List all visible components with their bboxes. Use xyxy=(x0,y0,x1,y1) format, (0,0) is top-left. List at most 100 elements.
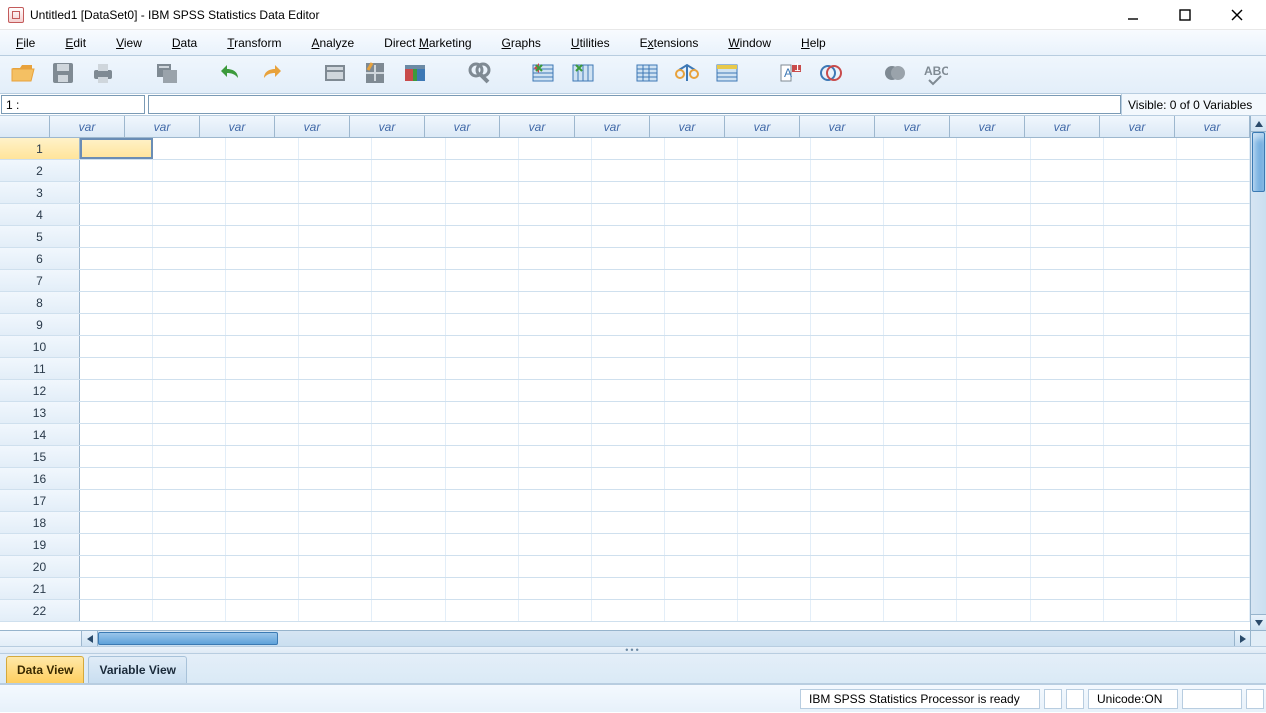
row-header[interactable]: 13 xyxy=(0,402,80,423)
data-cell[interactable] xyxy=(592,556,665,577)
data-cell[interactable] xyxy=(665,314,738,335)
data-cell[interactable] xyxy=(665,468,738,489)
data-cell[interactable] xyxy=(592,336,665,357)
data-cell[interactable] xyxy=(80,490,153,511)
data-cell[interactable] xyxy=(226,380,299,401)
data-cell[interactable] xyxy=(80,578,153,599)
data-cell[interactable] xyxy=(1104,446,1177,467)
data-cell[interactable] xyxy=(1031,204,1104,225)
row-header[interactable]: 2 xyxy=(0,160,80,181)
data-cell[interactable] xyxy=(80,446,153,467)
row-header[interactable]: 7 xyxy=(0,270,80,291)
data-cell[interactable] xyxy=(884,138,957,159)
data-cell[interactable] xyxy=(592,270,665,291)
scroll-up-button[interactable] xyxy=(1251,116,1266,132)
data-cell[interactable] xyxy=(1177,424,1250,445)
data-cell[interactable] xyxy=(226,138,299,159)
data-cell[interactable] xyxy=(446,446,519,467)
data-cell[interactable] xyxy=(1177,468,1250,489)
data-cell[interactable] xyxy=(446,336,519,357)
data-cell[interactable] xyxy=(811,490,884,511)
row-header[interactable]: 20 xyxy=(0,556,80,577)
data-cell[interactable] xyxy=(738,248,811,269)
data-cell[interactable] xyxy=(153,314,226,335)
data-cell[interactable] xyxy=(665,358,738,379)
data-cell[interactable] xyxy=(1031,578,1104,599)
data-cell[interactable] xyxy=(153,424,226,445)
data-cell[interactable] xyxy=(665,248,738,269)
data-cell[interactable] xyxy=(372,424,445,445)
data-cell[interactable] xyxy=(372,512,445,533)
data-cell[interactable] xyxy=(1104,314,1177,335)
data-cell[interactable] xyxy=(1177,446,1250,467)
data-cell[interactable] xyxy=(299,556,372,577)
data-cell[interactable] xyxy=(80,138,153,159)
value-labels-button[interactable]: A1 xyxy=(776,60,806,90)
data-cell[interactable] xyxy=(957,556,1030,577)
data-cell[interactable] xyxy=(1031,270,1104,291)
data-cell[interactable] xyxy=(1031,292,1104,313)
data-cell[interactable] xyxy=(372,556,445,577)
data-cell[interactable] xyxy=(519,270,592,291)
data-cell[interactable] xyxy=(1104,424,1177,445)
data-cell[interactable] xyxy=(1104,248,1177,269)
cell-reference-box[interactable]: 1 : xyxy=(1,95,145,114)
grid-corner[interactable] xyxy=(0,116,50,137)
data-cell[interactable] xyxy=(80,248,153,269)
data-cell[interactable] xyxy=(1104,512,1177,533)
data-cell[interactable] xyxy=(738,600,811,621)
data-cell[interactable] xyxy=(372,534,445,555)
row-header[interactable]: 12 xyxy=(0,380,80,401)
data-cell[interactable] xyxy=(372,358,445,379)
menu-graphs[interactable]: Graphs xyxy=(492,33,551,53)
data-cell[interactable] xyxy=(446,424,519,445)
data-cell[interactable] xyxy=(811,182,884,203)
data-cell[interactable] xyxy=(1031,314,1104,335)
data-cell[interactable] xyxy=(226,468,299,489)
data-cell[interactable] xyxy=(299,336,372,357)
data-cell[interactable] xyxy=(1031,160,1104,181)
column-header[interactable]: var xyxy=(650,116,725,137)
data-cell[interactable] xyxy=(1177,270,1250,291)
data-cell[interactable] xyxy=(957,424,1030,445)
data-cell[interactable] xyxy=(226,314,299,335)
data-cell[interactable] xyxy=(519,556,592,577)
data-cell[interactable] xyxy=(811,248,884,269)
data-cell[interactable] xyxy=(884,534,957,555)
data-cell[interactable] xyxy=(957,248,1030,269)
data-cell[interactable] xyxy=(738,336,811,357)
data-cell[interactable] xyxy=(665,424,738,445)
row-header[interactable]: 3 xyxy=(0,182,80,203)
data-cell[interactable] xyxy=(519,204,592,225)
data-cell[interactable] xyxy=(957,182,1030,203)
data-cell[interactable] xyxy=(884,446,957,467)
data-cell[interactable] xyxy=(1031,556,1104,577)
data-cell[interactable] xyxy=(299,424,372,445)
data-cell[interactable] xyxy=(226,270,299,291)
menu-extensions[interactable]: Extensions xyxy=(630,33,709,53)
data-cell[interactable] xyxy=(811,138,884,159)
data-cell[interactable] xyxy=(1177,600,1250,621)
column-header[interactable]: var xyxy=(200,116,275,137)
menu-analyze[interactable]: Analyze xyxy=(301,33,364,53)
row-header[interactable]: 9 xyxy=(0,314,80,335)
data-cell[interactable] xyxy=(299,380,372,401)
data-cell[interactable] xyxy=(372,402,445,423)
menu-view[interactable]: View xyxy=(106,33,152,53)
data-cell[interactable] xyxy=(372,336,445,357)
data-cell[interactable] xyxy=(519,336,592,357)
data-cell[interactable] xyxy=(884,358,957,379)
row-header[interactable]: 6 xyxy=(0,248,80,269)
data-cell[interactable] xyxy=(446,600,519,621)
row-header[interactable]: 18 xyxy=(0,512,80,533)
data-cell[interactable] xyxy=(811,358,884,379)
row-header[interactable]: 17 xyxy=(0,490,80,511)
data-cell[interactable] xyxy=(811,556,884,577)
data-cell[interactable] xyxy=(1104,292,1177,313)
data-cell[interactable] xyxy=(446,160,519,181)
data-cell[interactable] xyxy=(738,160,811,181)
column-header[interactable]: var xyxy=(125,116,200,137)
data-cell[interactable] xyxy=(884,226,957,247)
data-cell[interactable] xyxy=(811,336,884,357)
splitter-grip[interactable]: ••• xyxy=(0,646,1266,654)
